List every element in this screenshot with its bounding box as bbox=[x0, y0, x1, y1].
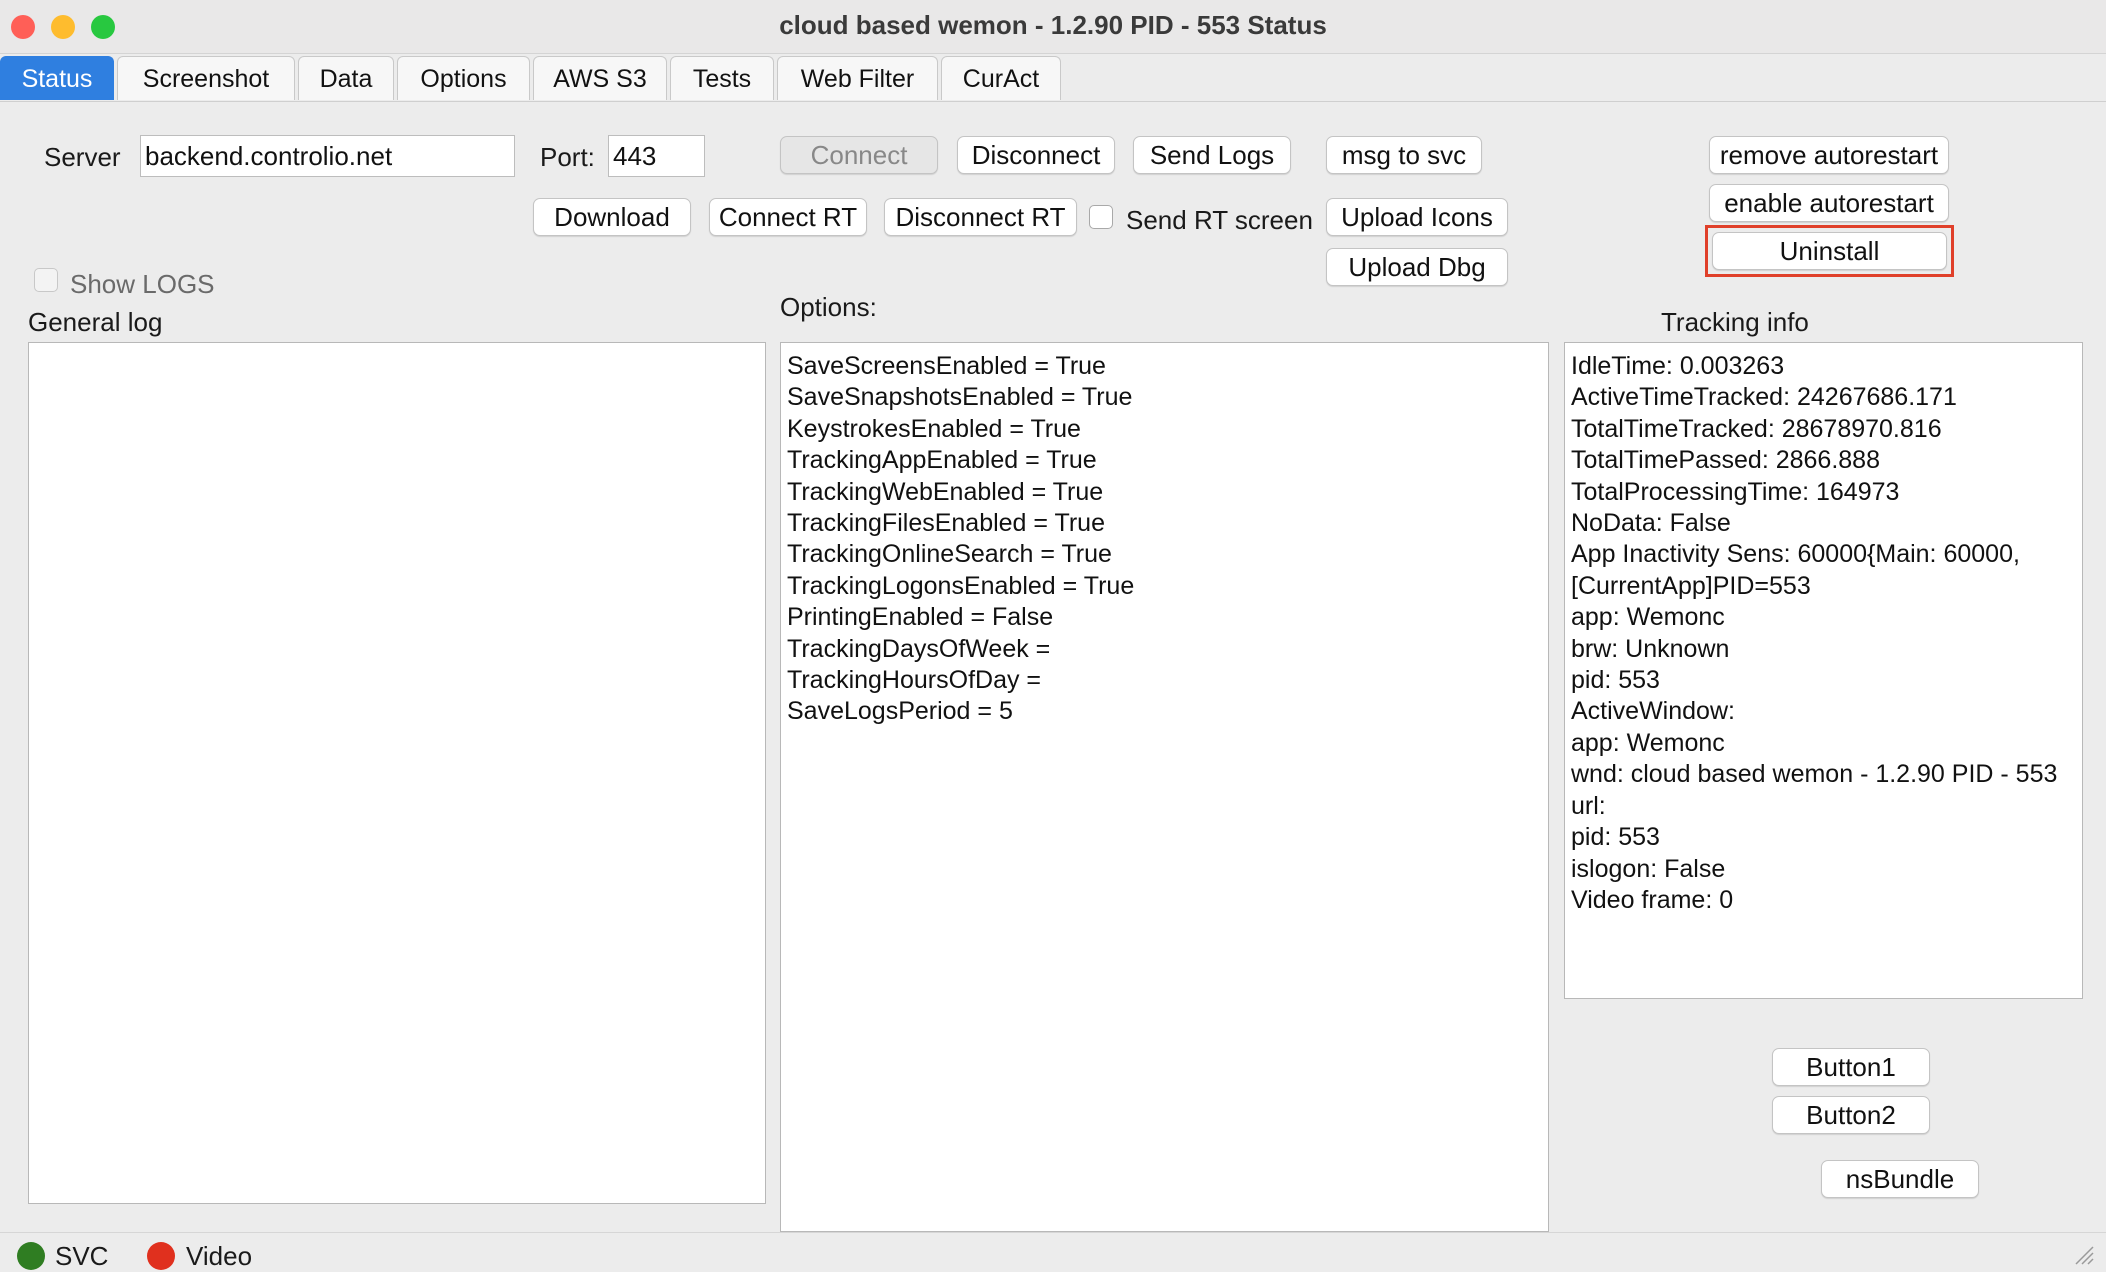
options-line: TrackingAppEnabled = True bbox=[787, 446, 1097, 475]
server-input[interactable]: backend.controlio.net bbox=[140, 135, 515, 177]
remove-autorestart-button[interactable]: remove autorestart bbox=[1709, 136, 1949, 174]
svc-status-label: SVC bbox=[55, 1241, 109, 1271]
tracking-line: islogon: False bbox=[1571, 854, 1726, 883]
video-status-icon bbox=[147, 1242, 175, 1270]
tab-data[interactable]: Data bbox=[298, 56, 394, 100]
options-title: Options: bbox=[780, 292, 877, 322]
tracking-line: TotalProcessingTime: 164973 bbox=[1571, 477, 1900, 506]
nsbundle-button[interactable]: nsBundle bbox=[1821, 1160, 1979, 1198]
tracking-line: app: Wemonc bbox=[1571, 728, 1725, 757]
connect-button[interactable]: Connect bbox=[780, 136, 938, 174]
general-log-panel[interactable] bbox=[28, 342, 766, 1204]
tab-aws-s3[interactable]: AWS S3 bbox=[533, 56, 667, 100]
tracking-line: url: bbox=[1571, 791, 1606, 820]
options-line: SaveLogsPeriod = 5 bbox=[787, 697, 1013, 726]
tracking-info-panel[interactable]: IdleTime: 0.003263 ActiveTimeTracked: 24… bbox=[1564, 342, 2083, 999]
server-label: Server bbox=[44, 142, 121, 172]
video-status-label: Video bbox=[186, 1241, 253, 1271]
options-line: TrackingOnlineSearch = True bbox=[787, 540, 1112, 569]
disconnect-rt-button[interactable]: Disconnect RT bbox=[884, 198, 1077, 236]
options-line: TrackingLogonsEnabled = True bbox=[787, 571, 1135, 600]
button2-button[interactable]: Button2 bbox=[1772, 1096, 1930, 1134]
tab-tests[interactable]: Tests bbox=[670, 56, 774, 100]
tab-screenshot[interactable]: Screenshot bbox=[117, 56, 295, 100]
tab-curact[interactable]: CurAct bbox=[941, 56, 1061, 100]
msg-to-svc-button[interactable]: msg to svc bbox=[1326, 136, 1482, 174]
options-line: TrackingWebEnabled = True bbox=[787, 477, 1104, 506]
uninstall-button[interactable]: Uninstall bbox=[1712, 232, 1947, 270]
resize-grip-icon[interactable] bbox=[2072, 1243, 2094, 1265]
window-title: cloud based wemon - 1.2.90 PID - 553 Sta… bbox=[779, 10, 1327, 40]
port-input[interactable]: 443 bbox=[608, 135, 705, 177]
tracking-line: app: Wemonc bbox=[1571, 603, 1725, 632]
tracking-line: ActiveTimeTracked: 24267686.171 bbox=[1571, 383, 1957, 412]
tab-options[interactable]: Options bbox=[397, 56, 530, 100]
send-rt-screen-checkbox[interactable] bbox=[1089, 205, 1113, 229]
disconnect-button[interactable]: Disconnect bbox=[957, 136, 1115, 174]
connect-rt-button[interactable]: Connect RT bbox=[709, 198, 867, 236]
options-line: SaveScreensEnabled = True bbox=[787, 352, 1106, 380]
enable-autorestart-button[interactable]: enable autorestart bbox=[1709, 184, 1949, 222]
send-rt-screen-label: Send RT screen bbox=[1126, 205, 1313, 235]
tracking-line: Video frame: 0 bbox=[1571, 885, 1734, 914]
general-log-title: General log bbox=[28, 307, 163, 337]
options-panel[interactable]: SaveScreensEnabled = True SaveSnapshotsE… bbox=[780, 342, 1549, 1232]
tracking-line: pid: 553 bbox=[1571, 666, 1660, 695]
tracking-line: TotalTimePassed: 2866.888 bbox=[1571, 446, 1880, 475]
tab-bar: Status Screenshot Data Options AWS S3 Te… bbox=[0, 54, 2106, 102]
upload-icons-button[interactable]: Upload Icons bbox=[1326, 198, 1508, 236]
options-line: TrackingFilesEnabled = True bbox=[787, 509, 1105, 538]
options-line: KeystrokesEnabled = True bbox=[787, 414, 1081, 443]
port-label: Port: bbox=[540, 142, 595, 172]
tab-status[interactable]: Status bbox=[0, 56, 114, 100]
options-line: TrackingHoursOfDay = bbox=[787, 666, 1042, 695]
upload-dbg-button[interactable]: Upload Dbg bbox=[1326, 248, 1508, 286]
show-logs-label: Show LOGS bbox=[70, 269, 215, 299]
tracking-line: [CurrentApp]PID=553 bbox=[1571, 571, 1811, 600]
tab-web-filter[interactable]: Web Filter bbox=[777, 56, 938, 100]
button1-button[interactable]: Button1 bbox=[1772, 1048, 1930, 1086]
tracking-line: App Inactivity Sens: 60000{Main: 60000, bbox=[1571, 540, 2020, 569]
tracking-line: ActiveWindow: bbox=[1571, 697, 1735, 726]
title-bar: cloud based wemon - 1.2.90 PID - 553 Sta… bbox=[0, 0, 2106, 54]
options-line: TrackingDaysOfWeek = bbox=[787, 634, 1051, 663]
svc-status-icon bbox=[17, 1242, 45, 1270]
options-line: SaveSnapshotsEnabled = True bbox=[787, 383, 1133, 412]
tracking-line: IdleTime: 0.003263 bbox=[1571, 352, 1785, 380]
tracking-line: wnd: cloud based wemon - 1.2.90 PID - 55… bbox=[1571, 760, 2058, 789]
status-bar: SVC Video bbox=[0, 1232, 2106, 1272]
tracking-line: TotalTimeTracked: 28678970.816 bbox=[1571, 414, 1942, 443]
tracking-info-title: Tracking info bbox=[1661, 307, 1809, 337]
tracking-line: pid: 553 bbox=[1571, 823, 1660, 852]
download-button[interactable]: Download bbox=[533, 198, 691, 236]
tracking-line: NoData: False bbox=[1571, 509, 1731, 538]
send-logs-button[interactable]: Send Logs bbox=[1133, 136, 1291, 174]
tracking-line: brw: Unknown bbox=[1571, 634, 1730, 663]
show-logs-checkbox[interactable] bbox=[34, 268, 58, 292]
options-line: PrintingEnabled = False bbox=[787, 603, 1054, 632]
